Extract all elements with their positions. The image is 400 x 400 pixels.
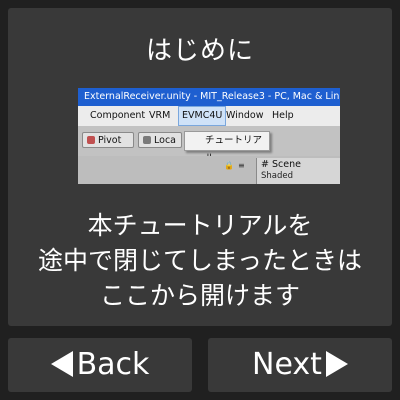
screenshot-titlebar: ExternalReceiver.unity - MIT_Release3 - … [78, 88, 340, 106]
menu-lines-icon: ≡ [238, 161, 245, 170]
screenshot-menubar: Component VRM EVMC4U Window Help [78, 106, 340, 126]
back-label: Back [76, 347, 150, 382]
instruction-message: 本チュートリアルを 途中で閉じてしまったときは ここから開けます [8, 208, 392, 313]
tutorial-window: はじめに ExternalReceiver.unity - MIT_Releas… [0, 0, 400, 400]
menu-window: Window [226, 110, 264, 121]
arrow-right-icon [325, 350, 348, 377]
scene-shading-mode: Shaded [261, 171, 294, 181]
scene-panel: # Scene Shaded [256, 158, 340, 184]
pivot-toggle: Pivot [82, 132, 134, 148]
pivot-icon [87, 136, 95, 144]
scene-tab-label: Scene [271, 159, 301, 170]
arrow-left-icon [50, 350, 73, 377]
next-label: Next [252, 347, 322, 382]
menu-vrm: VRM [149, 110, 171, 121]
scene-tab: # Scene [261, 159, 301, 170]
local-toggle: Loca [138, 132, 182, 148]
menu-evmc4u: EVMC4U [178, 106, 227, 126]
local-label: Loca [154, 135, 176, 146]
menu-help: Help [272, 110, 294, 121]
unity-editor-screenshot: ExternalReceiver.unity - MIT_Release3 - … [78, 88, 340, 184]
pivot-label: Pivot [98, 135, 122, 146]
evmc4u-dropdown-item: チュートリアル [184, 131, 270, 164]
back-button[interactable]: Back [8, 338, 192, 392]
next-button[interactable]: Next [208, 338, 392, 392]
page-title: はじめに [145, 36, 254, 66]
local-icon [143, 136, 151, 144]
message-line-3: ここから開けます [99, 281, 300, 310]
lock-icon: 🔒 [224, 161, 234, 170]
message-line-1: 本チュートリアルを [87, 211, 313, 240]
menu-component: Component [90, 110, 146, 121]
tutorial-panel: はじめに ExternalReceiver.unity - MIT_Releas… [8, 8, 392, 326]
message-line-2: 途中で閉じてしまったときは [37, 246, 362, 275]
